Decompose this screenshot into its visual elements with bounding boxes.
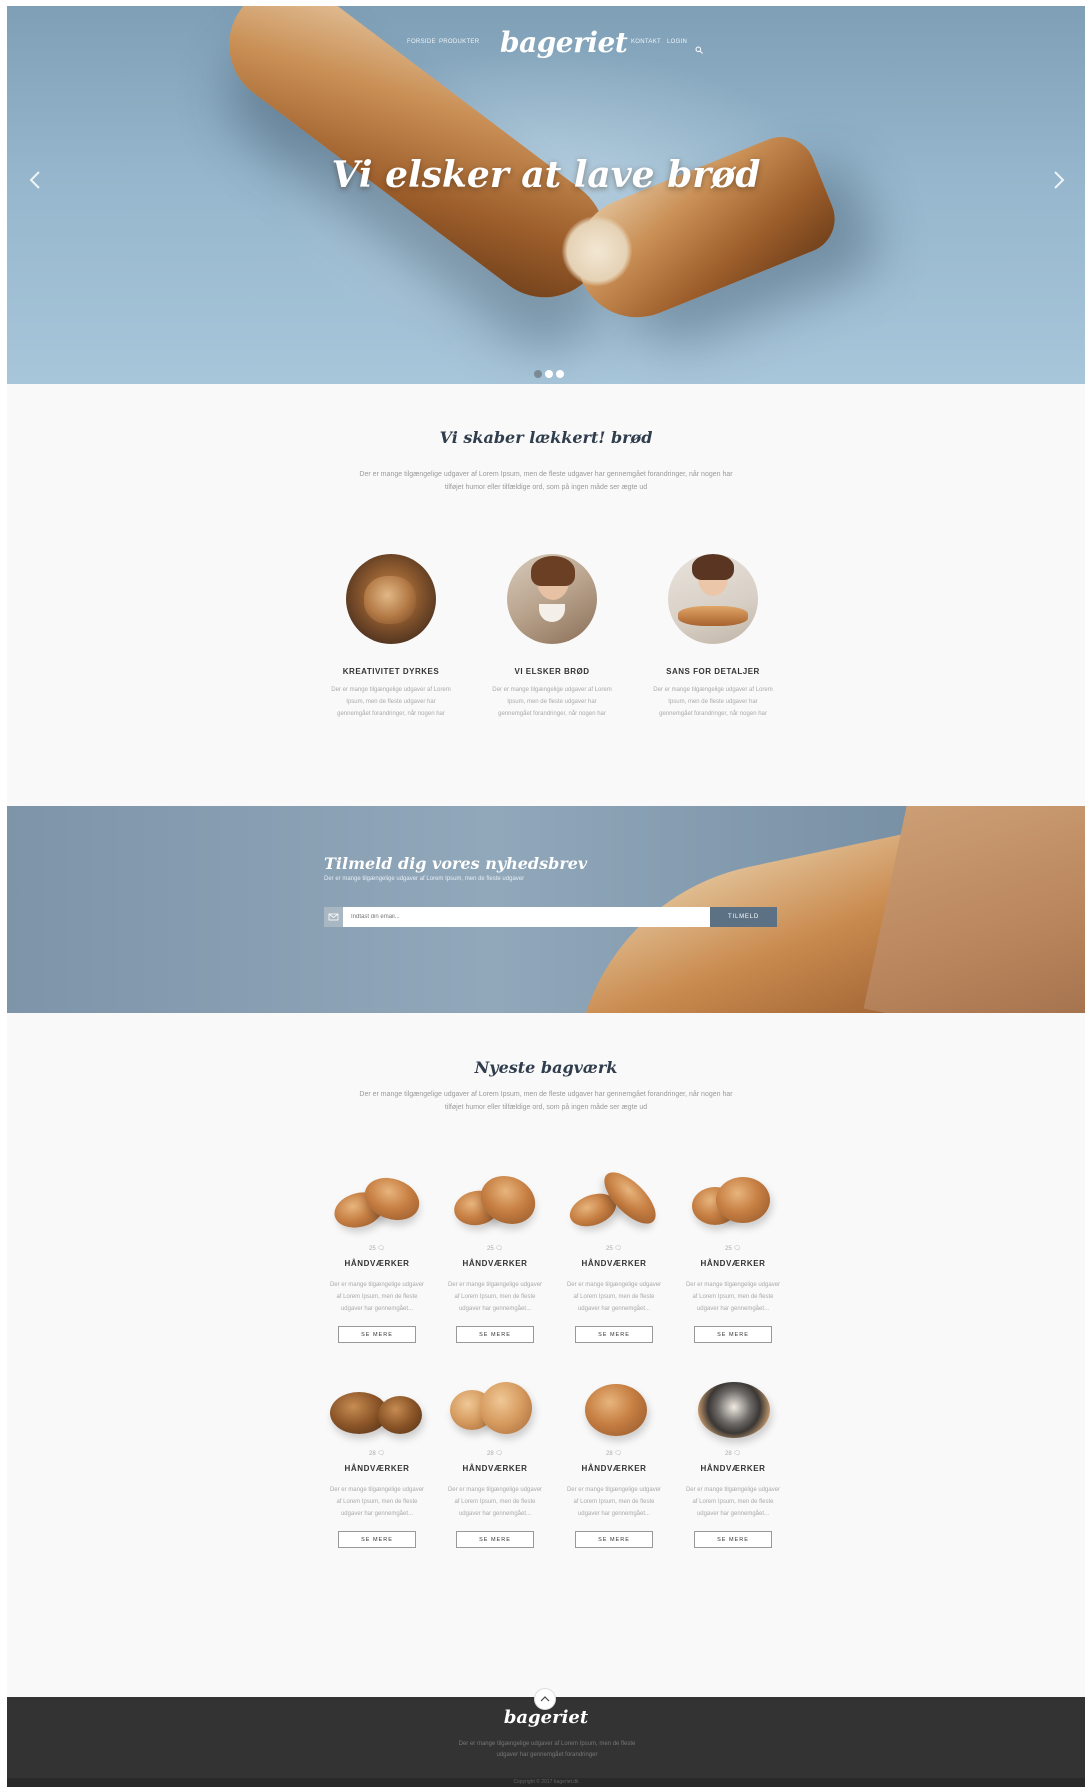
copyright: Copyright © 2017 bageriet.dk	[7, 1778, 1085, 1787]
slider-dot-1[interactable]	[534, 370, 542, 378]
feature-text: Der er mange tilgængelige udgaver af Lor…	[492, 687, 612, 717]
product-title: HÅNDVÆRKER	[462, 1464, 528, 1473]
product-text: Der er mange tilgængelige udgaver af Lor…	[566, 1282, 662, 1312]
product-comments: 28 🗨	[369, 1451, 385, 1457]
feature-image-bread	[346, 554, 436, 644]
see-more-button[interactable]: SE MERE	[694, 1531, 772, 1548]
product-comments: 28 🗨	[606, 1451, 622, 1457]
chevron-left-icon[interactable]	[25, 169, 47, 191]
newsletter-title: Tilmeld dig vores nyhedsbrev	[324, 854, 588, 873]
products-lead: Der er mange tilgængelige udgaver af Lor…	[359, 1091, 733, 1111]
feature-text: Der er mange tilgængelige udgaver af Lor…	[653, 687, 773, 717]
footer-text: Der er mange tilgængelige udgaver af Lor…	[458, 1741, 636, 1758]
product-title: HÅNDVÆRKER	[344, 1464, 410, 1473]
about-lead: Der er mange tilgængelige udgaver af Lor…	[359, 471, 733, 491]
product-image	[559, 1374, 669, 1444]
product-text: Der er mange tilgængelige udgaver af Lor…	[566, 1487, 662, 1517]
hero-title: Vi elsker at lave brød	[331, 154, 761, 196]
product-text: Der er mange tilgængelige udgaver af Lor…	[329, 1282, 425, 1312]
feature-card: SANS FOR DETALJER Der er mange tilgængel…	[643, 554, 783, 720]
feature-text: Der er mange tilgængelige udgaver af Lor…	[331, 687, 451, 717]
product-comments: 25 🗨	[725, 1246, 741, 1252]
feature-card: VI ELSKER BRØD Der er mange tilgængelige…	[482, 554, 622, 720]
brand-logo[interactable]: bageriet	[500, 26, 628, 59]
feature-image-woman-coffee	[507, 554, 597, 644]
product-image	[322, 1374, 432, 1444]
product-comments: 25 🗨	[369, 1246, 385, 1252]
product-title: HÅNDVÆRKER	[700, 1259, 766, 1268]
see-more-button[interactable]: SE MERE	[338, 1531, 416, 1548]
feature-title: KREATIVITET DYRKES	[342, 667, 440, 676]
product-image	[440, 1167, 550, 1239]
chevron-up-icon[interactable]	[534, 1688, 556, 1710]
slider-dot-3[interactable]	[556, 370, 564, 378]
newsletter-section: Tilmeld dig vores nyhedsbrev Der er mang…	[7, 806, 1085, 1013]
product-title: HÅNDVÆRKER	[700, 1464, 766, 1473]
see-more-button[interactable]: SE MERE	[456, 1326, 534, 1343]
product-card: 25 🗨 HÅNDVÆRKER Der er mange tilgængelig…	[678, 1169, 788, 1343]
product-card: 28 🗨 HÅNDVÆRKER Der er mange tilgængelig…	[440, 1374, 550, 1548]
hero-bread-crumb	[562, 216, 632, 286]
see-more-button[interactable]: SE MERE	[575, 1326, 653, 1343]
envelope-icon	[324, 907, 343, 927]
slider-dots	[534, 363, 567, 378]
product-image	[440, 1374, 550, 1444]
see-more-button[interactable]: SE MERE	[694, 1326, 772, 1343]
nav-link-forside[interactable]: FORSIDE	[407, 39, 436, 45]
product-comments: 25 🗨	[487, 1246, 503, 1252]
nav-link-login[interactable]: LOGIN	[667, 39, 687, 45]
nav-link-kontakt[interactable]: KONTAKT	[631, 39, 661, 45]
subscribe-button[interactable]: TILMELD	[710, 907, 777, 927]
chevron-right-icon[interactable]	[1047, 169, 1069, 191]
product-card: 25 🗨 HÅNDVÆRKER Der er mange tilgængelig…	[322, 1169, 432, 1343]
nav-link-produkter[interactable]: PRODUKTER	[439, 39, 479, 45]
product-image	[678, 1169, 788, 1239]
product-title: HÅNDVÆRKER	[581, 1464, 647, 1473]
product-comments: 25 🗨	[606, 1246, 622, 1252]
product-image	[678, 1374, 788, 1444]
newsletter-form: TILMELD	[324, 907, 777, 927]
product-text: Der er mange tilgængelige udgaver af Lor…	[447, 1282, 543, 1312]
about-title: Vi skaber lækkert! brød	[439, 428, 653, 447]
product-title: HÅNDVÆRKER	[462, 1259, 528, 1268]
see-more-button[interactable]: SE MERE	[338, 1326, 416, 1343]
slider-dot-2[interactable]	[545, 370, 553, 378]
feature-image-baker	[668, 554, 758, 644]
product-card: 28 🗨 HÅNDVÆRKER Der er mange tilgængelig…	[322, 1374, 432, 1548]
page: FORSIDE PRODUKTER bageriet KONTAKT LOGIN…	[7, 6, 1085, 1787]
product-text: Der er mange tilgængelige udgaver af Lor…	[447, 1487, 543, 1517]
product-image	[322, 1169, 432, 1239]
product-comments: 28 🗨	[487, 1451, 503, 1457]
search-icon[interactable]	[695, 39, 703, 54]
hero-slider: FORSIDE PRODUKTER bageriet KONTAKT LOGIN…	[7, 6, 1085, 384]
feature-title: VI ELSKER BRØD	[514, 667, 590, 676]
product-comments: 28 🗨	[725, 1451, 741, 1457]
product-card: 28 🗨 HÅNDVÆRKER Der er mange tilgængelig…	[559, 1374, 669, 1548]
product-text: Der er mange tilgængelige udgaver af Lor…	[685, 1282, 781, 1312]
product-card: 25 🗨 HÅNDVÆRKER Der er mange tilgængelig…	[440, 1167, 550, 1343]
email-input[interactable]	[343, 907, 710, 927]
top-navigation: FORSIDE PRODUKTER bageriet KONTAKT LOGIN	[7, 24, 1085, 64]
product-card: 28 🗨 HÅNDVÆRKER Der er mange tilgængelig…	[678, 1374, 788, 1548]
product-card: 25 🗨 HÅNDVÆRKER Der er mange tilgængelig…	[559, 1164, 669, 1343]
feature-title: SANS FOR DETALJER	[666, 667, 760, 676]
product-text: Der er mange tilgængelige udgaver af Lor…	[685, 1487, 781, 1517]
newsletter-subtitle: Der er mange tilgængelige udgaver af Lor…	[324, 876, 525, 882]
product-title: HÅNDVÆRKER	[581, 1259, 647, 1268]
product-title: HÅNDVÆRKER	[344, 1259, 410, 1268]
product-image	[559, 1164, 669, 1239]
product-text: Der er mange tilgængelige udgaver af Lor…	[329, 1487, 425, 1517]
products-title: Nyeste bagværk	[474, 1058, 618, 1077]
see-more-button[interactable]: SE MERE	[456, 1531, 534, 1548]
see-more-button[interactable]: SE MERE	[575, 1531, 653, 1548]
feature-card: KREATIVITET DYRKES Der er mange tilgænge…	[321, 554, 461, 720]
